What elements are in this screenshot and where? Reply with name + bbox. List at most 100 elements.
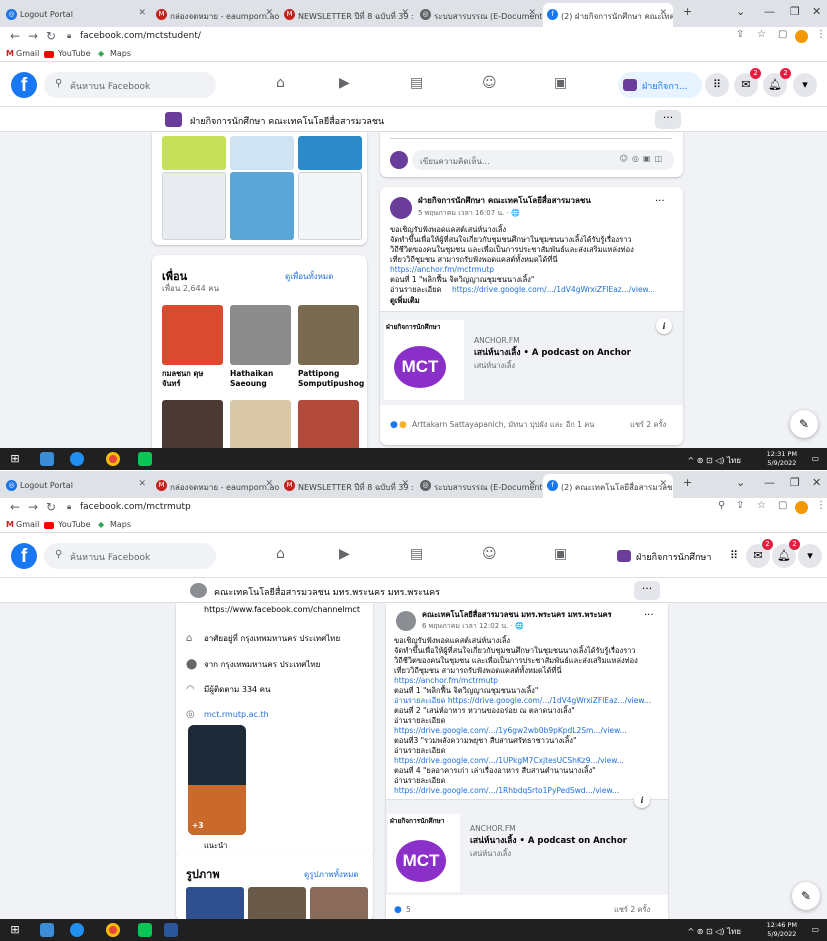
minimize-button[interactable]: — (764, 5, 775, 18)
minimize-button[interactable]: — (764, 476, 775, 489)
chrome-icon[interactable] (106, 923, 120, 937)
forward-arrow-icon[interactable]: → (28, 500, 38, 514)
watch-icon[interactable]: ▶ (339, 75, 350, 91)
photo-thumbnail[interactable] (230, 136, 294, 170)
back-arrow-icon[interactable]: ← (10, 29, 20, 43)
post-more-icon[interactable]: ··· (655, 197, 665, 207)
new-tab-button[interactable]: + (683, 476, 692, 489)
watch-icon[interactable]: ▶ (339, 546, 350, 562)
window-close-button[interactable]: ✕ (812, 5, 821, 18)
new-tab-button[interactable]: + (683, 5, 692, 18)
anchor-link[interactable]: https://anchor.fm/mctrmutp (390, 265, 494, 275)
close-icon[interactable]: ✕ (265, 8, 273, 18)
podcast-link-preview[interactable]: ฝ่ายกิจการนักศึกษา MCT ANCHOR.FM เสน่ห์น… (386, 792, 668, 895)
reaction-count[interactable]: 5 (406, 905, 411, 915)
groups-icon[interactable]: ☺ (482, 546, 497, 562)
friend-photo[interactable] (298, 400, 359, 455)
word-icon[interactable] (164, 923, 178, 937)
sidepanel-icon[interactable]: ▢ (778, 500, 787, 511)
back-arrow-icon[interactable]: ← (10, 500, 20, 514)
detail-link[interactable]: https://drive.google.com/.../1dV4gWrxiZF… (452, 285, 655, 295)
forward-arrow-icon[interactable]: → (28, 29, 38, 43)
see-all-photos-link[interactable]: ดูรูปภาพทั้งหมด (304, 868, 359, 881)
facebook-logo[interactable]: f (11, 543, 37, 569)
close-icon[interactable]: ✕ (528, 8, 536, 18)
profile-avatar[interactable] (795, 501, 808, 514)
info-icon[interactable]: i (656, 318, 672, 334)
photo-thumbnail[interactable] (310, 887, 368, 921)
close-icon[interactable]: ✕ (265, 479, 273, 489)
friend-name-line2[interactable]: Saeoung (230, 379, 267, 389)
photo-thumbnail[interactable] (162, 136, 226, 170)
search-input[interactable]: ⚲ ค้นหาบน Facebook (44, 543, 216, 569)
friend-photo[interactable] (162, 305, 223, 365)
url-field[interactable]: facebook.com/mctrmutp (80, 502, 191, 512)
see-more-link[interactable]: ดูเพิ่มเติม (390, 296, 420, 306)
lives-in[interactable]: อาศัยอยู่ที่ กรุงเทพมหานคร ประเทศไทย (204, 634, 340, 644)
restore-button[interactable]: ❐ (790, 5, 800, 18)
photo-thumbnail[interactable] (298, 136, 362, 170)
comment-input[interactable]: เขียนความคิดเห็น... ☺◎▣◫ (412, 150, 674, 170)
window-close-button[interactable]: ✕ (812, 476, 821, 489)
reload-icon[interactable]: ↻ (46, 500, 56, 514)
hometown[interactable]: จาก กรุงเทพมหานคร ประเทศไทย (204, 660, 320, 670)
restore-button[interactable]: ❐ (790, 476, 800, 489)
friend-name-line2[interactable]: จันทร์ (162, 379, 181, 389)
bookmark-gmail[interactable]: Gmail (16, 49, 39, 58)
browser-tab[interactable]: M NEWSLETTER ปีที่ 8 ฉบับที่ 39 : ✕ (280, 3, 415, 27)
friend-name[interactable]: Hathaikan (230, 369, 273, 379)
switch-profile-button[interactable]: ฝ่ายกิจกา... (618, 72, 702, 98)
windows-start-icon[interactable]: ⊞ (8, 923, 22, 937)
notification-center-icon[interactable]: ▭ (811, 925, 819, 934)
share-count[interactable]: แชร์ 2 ครั้ง (630, 420, 666, 430)
podcast-link-preview[interactable]: ฝ่ายกิจการนักศึกษา MCT ANCHOR.FM เสน่ห์น… (380, 311, 683, 405)
browser-tab[interactable]: ◎ Logout Portal ✕ (2, 3, 152, 27)
edge-icon[interactable] (70, 452, 84, 466)
bookmark-youtube[interactable]: YouTube (58, 520, 91, 529)
friend-name[interactable]: กมลชนก ดุษ (162, 369, 203, 379)
chrome-icon[interactable] (106, 452, 120, 466)
friend-photo[interactable] (230, 305, 291, 365)
more-options-button[interactable]: ··· (634, 581, 660, 600)
search-input[interactable]: ⚲ ค้นหาบน Facebook (44, 72, 216, 98)
share-icon[interactable]: ⇪ (736, 500, 744, 511)
close-icon[interactable]: ✕ (138, 479, 146, 489)
info-icon[interactable]: i (634, 792, 650, 808)
system-tray-icons[interactable]: ^ ⊚ ⊡ ◁) ไทย (687, 925, 741, 938)
episode-link[interactable]: https://drive.google.com/.../1UPkgM7Cxjt… (394, 756, 624, 766)
notification-center-icon[interactable]: ▭ (811, 454, 819, 463)
marketplace-icon[interactable]: ▤ (410, 546, 423, 562)
new-message-icon[interactable]: ✎ (790, 410, 818, 438)
bookmark-youtube[interactable]: YouTube (58, 49, 91, 58)
home-icon[interactable]: ⌂ (276, 546, 285, 562)
comment-emoji-icons[interactable]: ☺◎▣◫ (620, 154, 666, 163)
website-link[interactable]: mct.rmutp.ac.th (204, 710, 269, 720)
file-explorer-icon[interactable] (40, 452, 54, 466)
post-author-avatar[interactable] (390, 197, 412, 219)
share-count[interactable]: แชร์ 2 ครั้ง (614, 905, 650, 915)
browser-tab-active[interactable]: f (2) คณะเทคโนโลยีสื่อสารมวลช ✕ (543, 474, 673, 498)
friend-photo[interactable] (230, 400, 291, 455)
clock[interactable]: 12:46 PM 5/9/2022 (767, 921, 797, 939)
post-author[interactable]: คณะเทคโนโลยีสื่อสารมวลชน มทร.พระนคร มทร.… (422, 610, 612, 620)
close-icon[interactable]: ✕ (659, 479, 667, 489)
account-menu-icon[interactable]: ▾ (798, 544, 822, 568)
url-field[interactable]: facebook.com/mctstudent/ (80, 31, 201, 41)
switch-profile-button[interactable]: ฝ่ายกิจการนักศึกษา (612, 543, 712, 569)
menu-grid-icon[interactable]: ⠿ (722, 544, 746, 568)
zoom-icon[interactable]: ⚲ (718, 500, 725, 511)
post-author[interactable]: ฝ่ายกิจการนักศึกษา คณะเทคโนโลยีสื่อสารมว… (418, 196, 591, 206)
marketplace-icon[interactable]: ▤ (410, 75, 423, 91)
close-icon[interactable]: ✕ (528, 479, 536, 489)
share-icon[interactable]: ⇪ (736, 29, 744, 40)
close-icon[interactable]: ✕ (138, 8, 146, 18)
friend-name-line2[interactable]: Somputipushog (298, 379, 364, 389)
featured-story[interactable]: +3 (188, 725, 246, 835)
photo-thumbnail[interactable] (248, 887, 306, 921)
photo-thumbnail[interactable] (162, 172, 226, 240)
anchor-link[interactable]: https://anchor.fm/mctrmutp (394, 676, 498, 686)
podcast-title[interactable]: เสน่ห์นางเลิ้ง • A podcast on Anchor (474, 348, 631, 358)
browser-tab[interactable]: ◎ ระบบสารบรรณ (E-Document S ✕ (416, 474, 542, 498)
reload-icon[interactable]: ↻ (46, 29, 56, 43)
friend-photo[interactable] (298, 305, 359, 365)
